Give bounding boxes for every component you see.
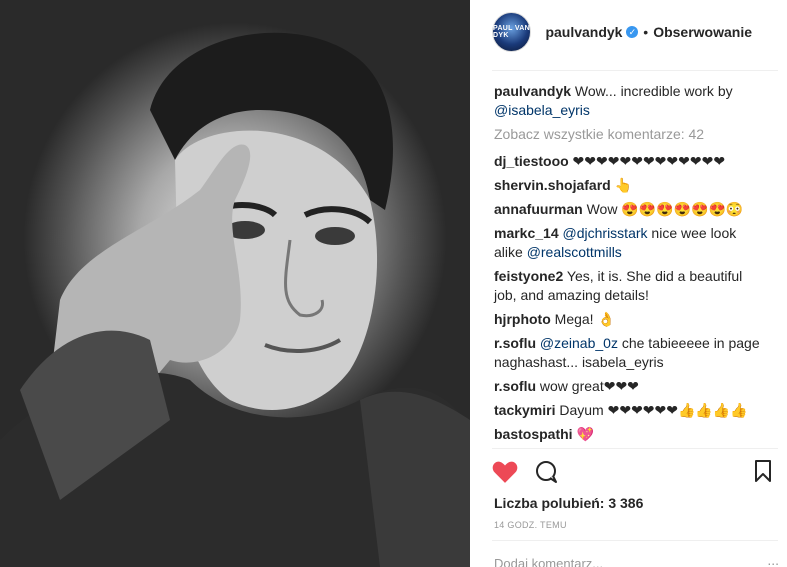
comment-text: ❤❤❤❤❤❤❤❤❤❤❤❤❤	[568, 153, 726, 169]
portrait-drawing	[0, 32, 470, 567]
comment-item: r.soflu wow great❤❤❤	[494, 377, 764, 396]
comment-mention[interactable]: @djchrisstark	[559, 225, 648, 241]
comment-item: tackymiri Dayum ❤❤❤❤❤❤👍👍👍👍	[494, 401, 764, 420]
comment-mention[interactable]: @realscottmills	[527, 244, 622, 260]
bookmark-icon[interactable]	[754, 460, 772, 485]
comment-text: 💖	[572, 426, 594, 442]
comment-username[interactable]: hjrphoto	[494, 311, 551, 327]
divider	[492, 540, 778, 541]
username-link[interactable]: paulvandyk	[545, 24, 622, 40]
verified-icon: ✓	[626, 26, 639, 38]
separator-dot: •	[643, 24, 649, 40]
comment-username[interactable]: r.soflu	[494, 378, 536, 394]
divider	[492, 448, 778, 449]
comment-item: r.soflu @zeinab_0z che tabieeeee in page…	[494, 334, 764, 372]
divider	[492, 70, 778, 71]
comment-item: hjrphoto Mega! 👌	[494, 310, 764, 329]
post-photo[interactable]	[0, 0, 470, 567]
comment-text: Wow 😍😍😍😍😍😍😳	[582, 201, 744, 217]
comment-username[interactable]: r.soflu	[494, 335, 536, 351]
comment-username[interactable]: shervin.shojafard	[494, 177, 611, 193]
comment-username[interactable]: annafuurman	[494, 201, 583, 217]
caption: paulvandyk Wow... incredible work by @is…	[494, 82, 764, 120]
comment-item: bastospathi 💖	[494, 425, 764, 444]
heart-icon[interactable]	[492, 460, 518, 487]
avatar[interactable]: PAUL VAN DYK	[492, 12, 532, 52]
comment-text: Mega! 👌	[550, 311, 615, 327]
add-comment-input[interactable]: Dodaj komentarz...	[494, 556, 603, 567]
comment-item: shervin.shojafard 👆	[494, 176, 764, 195]
comment-username[interactable]: markc_14	[494, 225, 559, 241]
comment-text: Dayum ❤❤❤❤❤❤👍👍👍👍	[555, 402, 748, 418]
comment-item: feistyone2 Yes, it is. She did a beautif…	[494, 267, 764, 305]
comment-text: wow great❤❤❤	[536, 378, 639, 394]
comment-text: 👆	[610, 177, 633, 193]
comment-icon[interactable]	[534, 460, 558, 487]
caption-mention[interactable]: @isabela_eyris	[494, 102, 590, 118]
comment-item: dj_tiestooo ❤❤❤❤❤❤❤❤❤❤❤❤❤	[494, 152, 764, 171]
comment-username[interactable]: feistyone2	[494, 268, 563, 284]
caption-username[interactable]: paulvandyk	[494, 83, 571, 99]
comment-username[interactable]: dj_tiestooo	[494, 153, 569, 169]
caption-text: Wow... incredible work by	[571, 83, 733, 99]
post-header: PAUL VAN DYK paulvandyk ✓ • Obserwowanie	[492, 12, 752, 52]
comments-list: paulvandyk Wow... incredible work by @is…	[494, 82, 764, 449]
avatar-text: PAUL VAN DYK	[493, 25, 531, 39]
post-actions	[492, 458, 780, 488]
post-side-panel: PAUL VAN DYK paulvandyk ✓ • Obserwowanie…	[470, 0, 787, 567]
comment-mention[interactable]: @zeinab_0z	[536, 335, 618, 351]
comment-username[interactable]: bastospathi	[494, 426, 573, 442]
more-options-icon[interactable]: ...	[767, 552, 779, 567]
comment-item: annafuurman Wow 😍😍😍😍😍😍😳	[494, 200, 764, 219]
follow-button[interactable]: Obserwowanie	[653, 24, 752, 40]
comment-item: markc_14 @djchrisstark nice wee look ali…	[494, 224, 764, 262]
comment-username[interactable]: tackymiri	[494, 402, 555, 418]
likes-count[interactable]: Liczba polubień: 3 386	[494, 495, 643, 511]
view-all-comments-link[interactable]: Zobacz wszystkie komentarze: 42	[494, 125, 764, 144]
post-timestamp[interactable]: 14 GODZ. TEMU	[494, 520, 567, 530]
